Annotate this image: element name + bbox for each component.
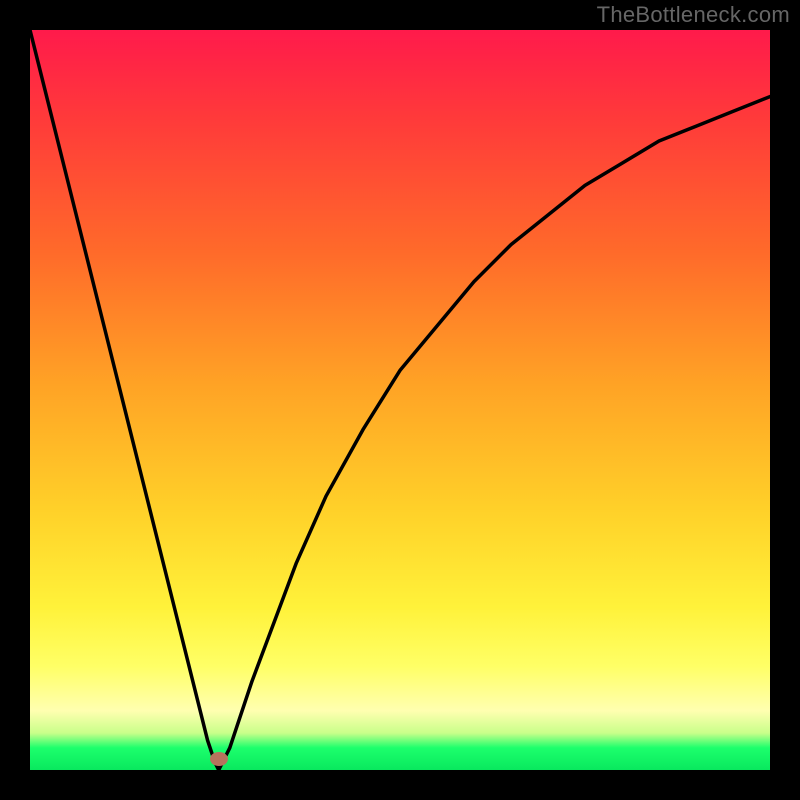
chart-container: TheBottleneck.com [0, 0, 800, 800]
plot-area [30, 30, 770, 770]
optimal-point-marker [210, 752, 228, 766]
attribution-label: TheBottleneck.com [597, 2, 790, 28]
bottleneck-curve [30, 30, 770, 770]
